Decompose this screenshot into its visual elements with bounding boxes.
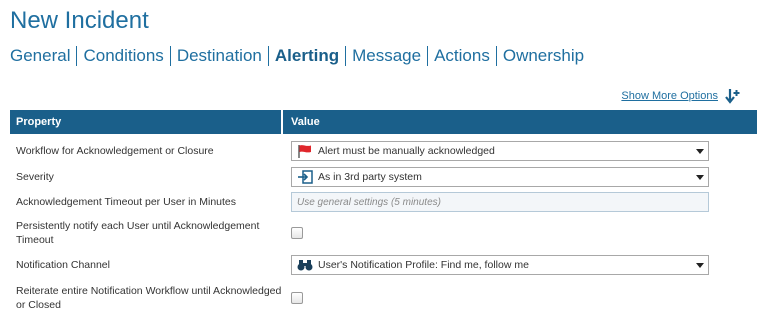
tab-actions[interactable]: Actions	[434, 46, 490, 66]
tab-ownership[interactable]: Ownership	[503, 46, 584, 66]
import-arrow-icon	[298, 170, 313, 184]
severity-label: Severity	[16, 171, 54, 183]
tab-alerting[interactable]: Alerting	[275, 46, 339, 66]
column-header-value: Value	[291, 116, 320, 128]
workflow-select[interactable]: Alert must be manually acknowledged	[291, 141, 709, 161]
table-header: Property Value	[10, 110, 757, 134]
tab-divider	[267, 46, 269, 66]
persist-notify-label: Persistently notify each User until Ackn…	[16, 220, 260, 246]
chevron-down-icon	[696, 263, 704, 268]
channel-select[interactable]: User's Notification Profile: Find me, fo…	[291, 255, 709, 275]
binoculars-icon	[297, 260, 313, 271]
table-row: Severity As in 3rd party system	[10, 165, 757, 189]
chevron-down-icon	[696, 149, 704, 154]
tab-destination[interactable]: Destination	[177, 46, 262, 66]
severity-value: As in 3rd party system	[318, 171, 422, 183]
tab-divider	[76, 46, 78, 66]
table-row: Persistently notify each User until Ackn…	[10, 215, 757, 251]
persist-notify-checkbox[interactable]	[291, 227, 303, 239]
reiterate-label: Reiterate entire Notification Workflow u…	[16, 285, 282, 311]
table-row: Reiterate entire Notification Workflow u…	[10, 279, 757, 317]
tab-divider	[495, 46, 497, 66]
page-title: New Incident	[10, 7, 149, 34]
tab-divider	[169, 46, 171, 66]
table-row: Workflow for Acknowledgement or Closure …	[10, 137, 757, 165]
tab-general[interactable]: General	[10, 46, 70, 66]
show-more-options-link[interactable]: Show More Options	[621, 88, 740, 104]
red-flag-icon	[298, 145, 311, 158]
column-header-property: Property	[10, 110, 283, 134]
table-row: Notification Channel User's Notification…	[10, 251, 757, 279]
table-row: Acknowledgement Timeout per User in Minu…	[10, 189, 757, 215]
channel-value: User's Notification Profile: Find me, fo…	[318, 259, 529, 271]
tab-conditions[interactable]: Conditions	[83, 46, 163, 66]
ack-timeout-label: Acknowledgement Timeout per User in Minu…	[16, 196, 237, 208]
sort-down-plus-icon	[725, 89, 740, 104]
reiterate-checkbox[interactable]	[291, 292, 303, 304]
workflow-label: Workflow for Acknowledgement or Closure	[16, 145, 214, 157]
chevron-down-icon	[696, 175, 704, 180]
tab-bar: General Conditions Destination Alerting …	[10, 46, 584, 66]
properties-table: Property Value Workflow for Acknowledgem…	[10, 110, 757, 317]
ack-timeout-input[interactable]: Use general settings (5 minutes)	[291, 192, 709, 212]
show-more-options-label: Show More Options	[621, 90, 718, 102]
tab-divider	[345, 46, 347, 66]
severity-select[interactable]: As in 3rd party system	[291, 167, 709, 187]
workflow-value: Alert must be manually acknowledged	[318, 145, 495, 157]
tab-divider	[427, 46, 429, 66]
channel-label: Notification Channel	[16, 259, 110, 271]
tab-message[interactable]: Message	[352, 46, 421, 66]
